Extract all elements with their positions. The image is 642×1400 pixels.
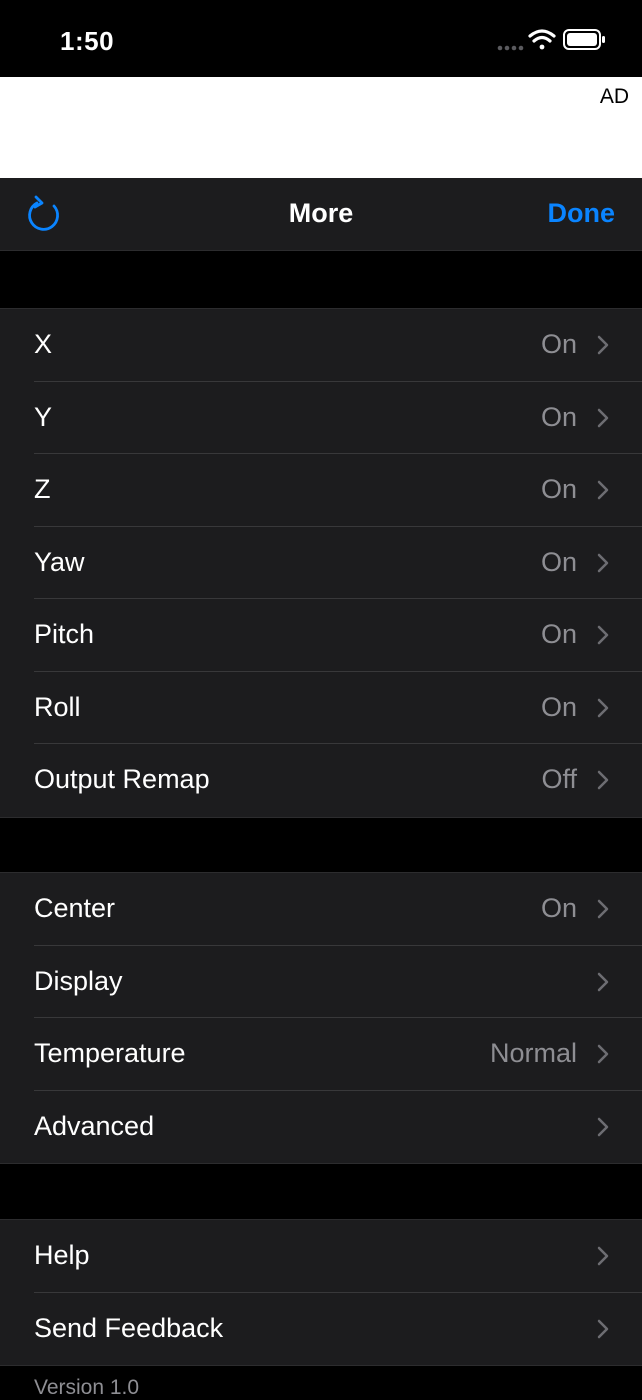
status-time: 1:50 (60, 26, 115, 56)
chevron-right-icon (597, 1319, 609, 1338)
row-label: Send Feedback (34, 1312, 224, 1343)
row-value: On (540, 619, 577, 649)
row-send-feedback[interactable]: Send Feedback (0, 1293, 642, 1366)
row-label: Display (34, 965, 123, 996)
chevron-right-icon (597, 625, 609, 645)
version-label: Version 1.0 (34, 1376, 140, 1399)
cellular-signal-icon (497, 45, 524, 51)
row-label: Advanced (34, 1110, 155, 1141)
battery-icon (563, 29, 605, 50)
row-value: Off (541, 764, 577, 794)
row-value: On (540, 546, 577, 577)
done-button[interactable]: Done (548, 198, 616, 229)
chevron-right-icon (597, 770, 609, 790)
settings-group-axes: X On Y On Z On Yaw On Pitch On Roll On O… (0, 308, 642, 818)
row-value: On (540, 401, 577, 432)
ad-banner[interactable]: AD (0, 77, 642, 178)
row-label: Roll (34, 691, 81, 722)
row-help[interactable]: Help (0, 1220, 642, 1293)
row-roll[interactable]: Roll On (0, 672, 642, 744)
row-label: Pitch (34, 619, 95, 649)
row-label: Center (34, 893, 116, 923)
row-label: Help (34, 1240, 90, 1270)
chevron-right-icon (597, 480, 609, 500)
ad-label: AD (599, 85, 629, 108)
wifi-icon (528, 29, 556, 50)
chevron-right-icon (597, 553, 609, 572)
row-temperature[interactable]: Temperature Normal (0, 1018, 642, 1091)
row-label: Temperature (34, 1038, 186, 1068)
row-value: Normal (489, 1038, 577, 1068)
row-label: Yaw (34, 546, 85, 577)
chevron-right-icon (597, 408, 609, 427)
row-x[interactable]: X On (0, 309, 642, 382)
row-label: Y (34, 401, 53, 432)
chevron-right-icon (597, 1117, 609, 1136)
row-yaw[interactable]: Yaw On (0, 527, 642, 599)
row-center[interactable]: Center On (0, 873, 642, 946)
chevron-right-icon (597, 972, 609, 991)
chevron-right-icon (597, 1044, 609, 1064)
chevron-right-icon (597, 698, 609, 717)
row-advanced[interactable]: Advanced (0, 1091, 642, 1164)
chevron-right-icon (597, 899, 609, 919)
status-icons (492, 26, 612, 56)
row-output-remap[interactable]: Output Remap Off (0, 744, 642, 817)
page-title: More (288, 198, 354, 228)
row-pitch[interactable]: Pitch On (0, 599, 642, 672)
row-label: X (34, 329, 53, 359)
row-value: On (540, 329, 577, 359)
row-display[interactable]: Display (0, 946, 642, 1018)
row-label: Z (34, 474, 51, 504)
navigation-bar: More Done (0, 178, 642, 251)
settings-group-general: Center On Display Temperature Normal Adv… (0, 872, 642, 1164)
row-z[interactable]: Z On (0, 454, 642, 527)
status-bar: 1:50 (0, 0, 642, 77)
row-value: On (540, 474, 577, 504)
chevron-right-icon (597, 1246, 609, 1266)
row-value: On (540, 893, 577, 923)
row-label: Output Remap (34, 764, 210, 794)
row-y[interactable]: Y On (0, 382, 642, 454)
row-value: On (540, 691, 577, 722)
settings-group-support: Help Send Feedback (0, 1219, 642, 1366)
chevron-right-icon (597, 335, 609, 355)
